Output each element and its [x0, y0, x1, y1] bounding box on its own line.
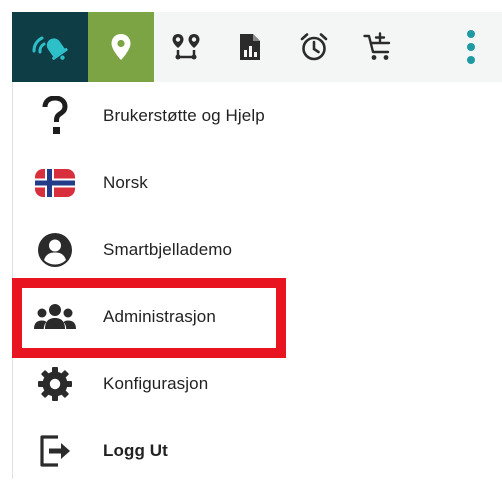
- menu-item-administration[interactable]: Administrasjon: [13, 284, 499, 350]
- account-icon: [33, 228, 77, 272]
- menu-item-label: Smartbjellademo: [103, 240, 233, 259]
- logout-icon: [33, 429, 77, 473]
- more-vertical-icon: [466, 29, 476, 65]
- menu-item-label: Brukerstøtte og Hjelp: [103, 106, 265, 125]
- menu-item-help[interactable]: Brukerstøtte og Hjelp: [13, 83, 499, 149]
- question-icon: [33, 94, 77, 138]
- menu-item-configuration[interactable]: Konfigurasjon: [13, 351, 499, 417]
- menu-item-account[interactable]: Smartbjellademo: [13, 217, 499, 283]
- routes-button[interactable]: [154, 12, 218, 82]
- menu-item-label: Norsk: [103, 173, 148, 192]
- location-pin-icon: [110, 33, 132, 61]
- menu-item-language[interactable]: Norsk: [13, 150, 499, 216]
- reports-button[interactable]: [218, 12, 282, 82]
- route-icon: [171, 32, 201, 62]
- shop-button[interactable]: [346, 12, 410, 82]
- group-icon: [33, 295, 77, 339]
- home-button[interactable]: [12, 12, 88, 82]
- norway-flag-icon: [33, 161, 77, 205]
- menu-item-label: Konfigurasjon: [103, 374, 209, 393]
- alarm-clock-icon: [299, 32, 329, 62]
- top-toolbar: [12, 12, 502, 82]
- menu-item-label: Logg Ut: [103, 441, 168, 460]
- menu-item-logout[interactable]: Logg Ut: [13, 418, 499, 484]
- cart-add-icon: [363, 32, 393, 62]
- user-dropdown-menu: Brukerstøtte og Hjelp Norsk Smartbjellad…: [12, 82, 500, 479]
- more-menu-button[interactable]: [440, 12, 502, 82]
- bell-logo-icon: [30, 29, 70, 65]
- map-button[interactable]: [88, 12, 154, 82]
- report-icon: [238, 33, 262, 61]
- gear-icon: [33, 362, 77, 406]
- menu-item-label: Administrasjon: [103, 307, 216, 326]
- alarms-button[interactable]: [282, 12, 346, 82]
